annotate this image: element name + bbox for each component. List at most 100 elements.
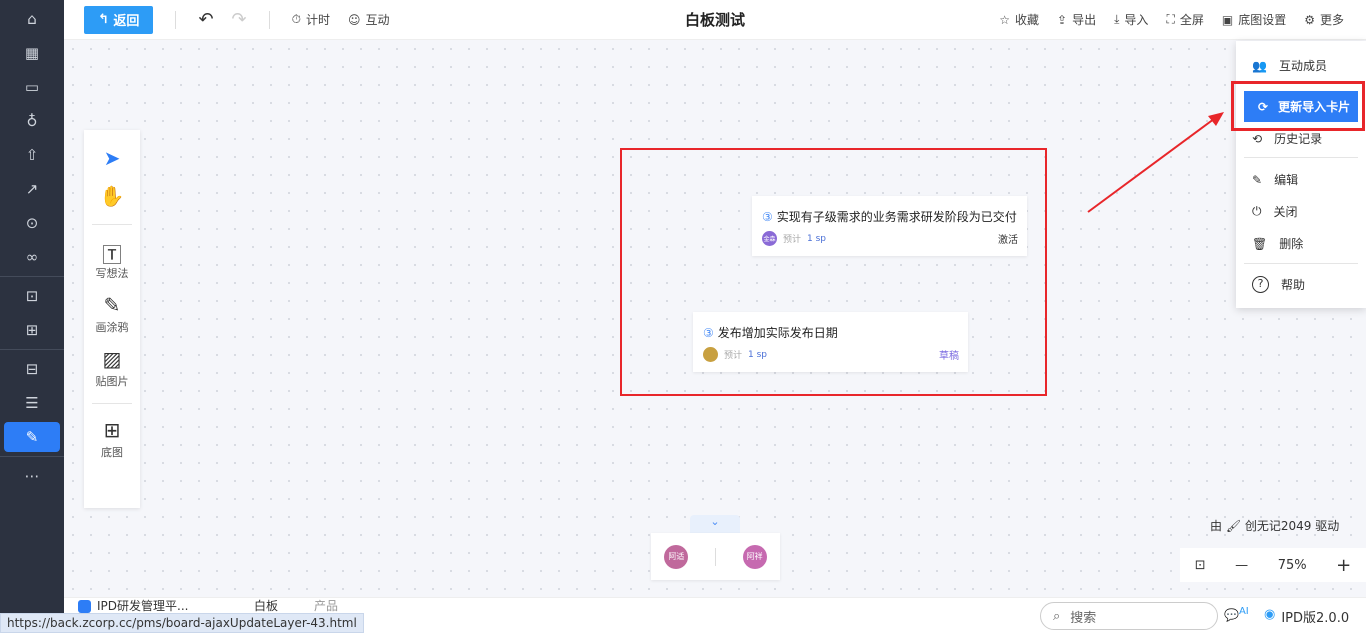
star-icon: ☆ (999, 12, 1011, 27)
app-tab[interactable]: IPD研发管理平... (78, 599, 188, 613)
calendar-icon: ▣ (1221, 12, 1234, 27)
more-icon[interactable]: ⋯ (4, 461, 60, 491)
grid-icon[interactable]: ▦ (4, 38, 60, 68)
users-icon: 👥 (1252, 58, 1267, 73)
user-avatar[interactable]: 阿祥 (742, 544, 767, 569)
interact-label: 互动 (365, 13, 390, 27)
board-icon[interactable]: ⊞ (4, 315, 60, 345)
robot-icon[interactable]: ⊡ (4, 281, 60, 311)
bulb-icon[interactable]: ♁ (4, 106, 60, 136)
interact-button[interactable]: ☺ 互动 (348, 11, 390, 28)
power-icon: ⏻ (1252, 204, 1262, 218)
undo-icon[interactable]: ↶ (198, 9, 213, 30)
search-placeholder: 搜索 (1070, 610, 1097, 626)
rocket-icon[interactable]: ⇧ (4, 140, 60, 170)
powered-by: 由 🖌 创无记2049 驱动 (1210, 519, 1340, 533)
zoom-in-button[interactable]: + (1336, 555, 1351, 576)
favorite-button[interactable]: ☆ 收藏 (999, 11, 1039, 28)
image-tool[interactable]: ▨ 贴图片 (96, 347, 129, 389)
tab-board[interactable]: 白板 (254, 599, 278, 613)
highlight-box (1231, 81, 1365, 131)
online-users: 阿适 阿祥 (651, 533, 780, 580)
divider (175, 10, 177, 29)
select-tool[interactable]: ➤ (104, 146, 121, 172)
background-icon: ⊞ (103, 418, 121, 442)
avatar (703, 347, 718, 362)
run-icon[interactable]: ↗ (4, 174, 60, 204)
timer-button[interactable]: ⏱ 计时 (292, 11, 330, 28)
fit-icon[interactable]: ⊡ (1195, 558, 1206, 573)
bg-settings-label: 底图设置 (1238, 13, 1287, 27)
write-label: 写想法 (95, 267, 129, 280)
expand-icon: ⛶ (1166, 12, 1175, 26)
history-label: 历史记录 (1274, 132, 1323, 146)
favorite-label: 收藏 (1015, 13, 1040, 27)
menu-edit[interactable]: ✎ 编辑 (1252, 171, 1298, 188)
estimate-label: 预计 (724, 351, 743, 361)
app-icon (78, 599, 91, 613)
hand-icon: ✋ (99, 184, 125, 208)
estimate-value: 1 sp (807, 233, 827, 244)
pencil-icon: ✎ (1252, 172, 1263, 187)
zoom-out-button[interactable]: — (1235, 558, 1248, 573)
status-badge: 草稿 (939, 351, 959, 362)
more-button[interactable]: ⚙ 更多 (1304, 11, 1344, 28)
fullscreen-button[interactable]: ⛶ 全屏 (1166, 11, 1203, 28)
card-title: 发布增加实际发布日期 (717, 326, 838, 340)
export-button[interactable]: ⇪ 导出 (1057, 11, 1096, 28)
background-label: 底图 (101, 446, 123, 459)
story-card[interactable]: ③ 发布增加实际发布日期 预计 1 sp 草稿 (693, 312, 968, 372)
gear-icon: ⚙ (1304, 12, 1315, 27)
story-card[interactable]: ③ 实现有子级需求的业务需求研发阶段为已交付 金森 预计 1 sp 激活 (752, 196, 1027, 256)
zoom-controls: ⊡ — 75% + (1180, 548, 1366, 582)
download-icon: ⤓ (1114, 12, 1120, 26)
zoom-level: 75% (1277, 557, 1307, 573)
infinity-icon[interactable]: ∞ (4, 242, 60, 272)
estimate-label: 预计 (783, 235, 802, 245)
annotation-arrow (1087, 112, 1224, 213)
ai-button[interactable]: 💬AI (1224, 606, 1249, 622)
menu-delete[interactable]: 🗑 删除 (1252, 235, 1303, 252)
redo-icon[interactable]: ↷ (232, 9, 247, 30)
avatar: 金森 (762, 231, 777, 246)
draw-tool[interactable]: ✎ 画涂鸦 (96, 293, 129, 335)
home-icon[interactable]: ⌂ (4, 4, 60, 34)
version-info: ◉ IPD版2.0.0 (1264, 607, 1349, 626)
priority-badge: ③ (762, 210, 773, 224)
whiteboard-icon[interactable]: ✎ (4, 422, 60, 452)
timer-label: 计时 (306, 13, 331, 27)
user-avatar[interactable]: 阿适 (664, 544, 689, 569)
back-label: 返回 (113, 14, 140, 29)
smile-icon: ☺ (348, 12, 361, 27)
menu-history[interactable]: ⟲ 历史记录 (1252, 130, 1322, 147)
search-bug-icon[interactable]: ⊙ (4, 208, 60, 238)
menu-members[interactable]: 👥 互动成员 (1252, 57, 1327, 74)
delete-label: 删除 (1279, 237, 1304, 251)
help-label: 帮助 (1281, 278, 1306, 292)
menu-close[interactable]: ⏻ 关闭 (1252, 203, 1298, 220)
import-button[interactable]: ⤓ 导入 (1114, 11, 1148, 28)
background-tool[interactable]: ⊞ 底图 (101, 418, 123, 460)
collapse-users-button[interactable]: ⌄ (690, 515, 740, 533)
logo-icon: ◉ (1264, 607, 1276, 622)
hand-tool[interactable]: ✋ (100, 184, 125, 210)
sidebar: ⌂ ▦ ▭ ♁ ⇧ ↗ ⊙ ∞ ⊡ ⊞ ⊟ ☰ ✎ ⋯ (0, 0, 64, 633)
image-icon: ▨ (102, 347, 122, 371)
tab-product[interactable]: 产品 (314, 599, 338, 613)
fullscreen-label: 全屏 (1179, 13, 1204, 27)
search-input[interactable]: ⌕ 搜索 (1040, 602, 1218, 630)
estimate-value: 1 sp (748, 349, 768, 360)
list-icon[interactable]: ☰ (4, 388, 60, 418)
image-label: 贴图片 (95, 375, 129, 388)
write-tool[interactable]: 🅃 写想法 (96, 239, 129, 281)
doodle-icon: ✎ (103, 293, 121, 317)
menu-help[interactable]: ? 帮助 (1252, 276, 1305, 293)
bg-settings-button[interactable]: ▣ 底图设置 (1222, 11, 1286, 28)
clock-icon: ⏱ (291, 12, 301, 26)
product-icon[interactable]: ▭ (4, 72, 60, 102)
help-icon: ? (1252, 276, 1269, 293)
back-button[interactable]: ↰ 返回 (84, 5, 154, 34)
draw-label: 画涂鸦 (95, 321, 129, 334)
inbox-icon[interactable]: ⊟ (4, 354, 60, 384)
tool-palette: ➤ ✋ 🅃 写想法 ✎ 画涂鸦 ▨ 贴图片 ⊞ 底图 (84, 130, 140, 508)
